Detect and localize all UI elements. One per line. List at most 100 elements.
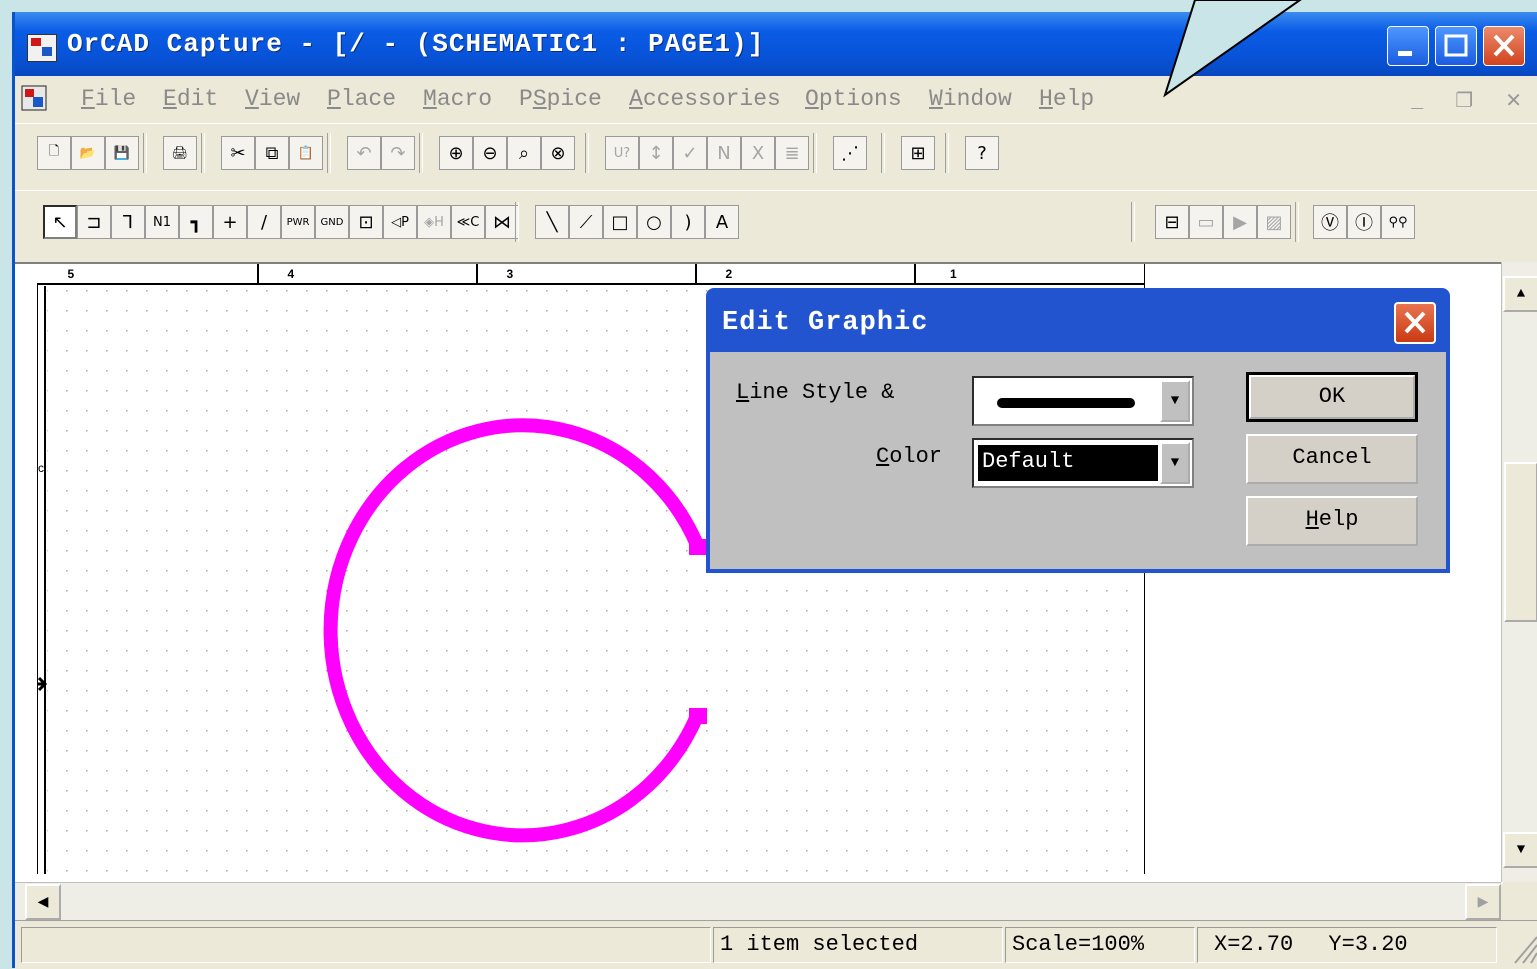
new-icon[interactable]: 🗋: [37, 136, 71, 170]
menu-accessories[interactable]: Accessories: [629, 86, 781, 112]
menu-pspice[interactable]: PSpice: [519, 86, 602, 112]
color-dropdown-arrow[interactable]: ▼: [1160, 442, 1190, 484]
place-bus-icon[interactable]: ┓: [179, 205, 213, 239]
run-pspice-icon[interactable]: ▶: [1223, 205, 1257, 239]
place-bus-entry-icon[interactable]: /: [247, 205, 281, 239]
place-pin-icon[interactable]: ◈H: [417, 205, 451, 239]
help-icon[interactable]: ?: [965, 136, 999, 170]
menu-window[interactable]: Window: [929, 86, 1012, 112]
place-ellipse-icon[interactable]: ○: [637, 205, 671, 239]
place-port-icon[interactable]: ◁P: [383, 205, 417, 239]
place-arc-icon[interactable]: ): [671, 205, 705, 239]
dialog-title: Edit Graphic: [722, 308, 929, 338]
arc-handle-bottom[interactable]: [689, 708, 707, 724]
differential-marker-icon[interactable]: ⚲⚲: [1381, 205, 1415, 239]
toolbar-separator: [327, 133, 331, 173]
minimize-button[interactable]: [1387, 26, 1429, 66]
place-wire-icon[interactable]: ⅂: [111, 205, 145, 239]
arc-handle-top[interactable]: [689, 539, 707, 555]
undo-icon[interactable]: ↶: [347, 136, 381, 170]
drc-icon[interactable]: ✓: [673, 136, 707, 170]
project-manager-icon[interactable]: ⊞: [901, 136, 935, 170]
zoom-area-icon[interactable]: ⌕: [507, 136, 541, 170]
dialog-close-button[interactable]: [1394, 302, 1436, 344]
help-button[interactable]: Help: [1246, 496, 1418, 546]
menu-bar: File Edit View Place Macro PSpice Accessories O…: [15, 76, 1537, 122]
scroll-up-button[interactable]: ▲: [1503, 276, 1537, 312]
toolbar-separator: [143, 133, 147, 173]
window-title: OrCAD Capture - [/ - (SCHEMATIC1 : PAGE1…: [67, 29, 765, 59]
zoom-out-icon[interactable]: ⊖: [473, 136, 507, 170]
place-rectangle-icon[interactable]: □: [603, 205, 637, 239]
open-icon[interactable]: 📂: [71, 136, 105, 170]
status-x: X=2.70: [1214, 932, 1294, 957]
copy-icon[interactable]: ⧉: [255, 136, 289, 170]
place-ground-icon[interactable]: GND: [315, 205, 349, 239]
print-icon[interactable]: 🖨: [163, 136, 197, 170]
zoom-all-icon[interactable]: ⊗: [541, 136, 575, 170]
toolbar-separator: [813, 133, 817, 173]
voltage-marker-icon[interactable]: Ⓥ: [1313, 205, 1347, 239]
place-off-page-connector-icon[interactable]: ≪C: [451, 205, 485, 239]
mdi-window-controls[interactable]: _ ❐ ✕: [1411, 88, 1532, 114]
horizontal-scrollbar[interactable]: ◀ ▶: [15, 882, 1501, 921]
place-part-icon[interactable]: ⊐: [77, 205, 111, 239]
place-net-alias-icon[interactable]: N1: [145, 205, 179, 239]
ok-button[interactable]: OK: [1246, 372, 1418, 422]
close-button[interactable]: [1483, 26, 1525, 66]
snap-grid-icon[interactable]: ⋰: [833, 136, 867, 170]
maximize-button[interactable]: [1435, 26, 1477, 66]
redo-icon[interactable]: ↷: [381, 136, 415, 170]
current-marker-icon[interactable]: Ⓘ: [1347, 205, 1381, 239]
ruler-label: 2: [726, 267, 733, 281]
ruler-row-label: c: [38, 461, 44, 475]
place-polyline-icon[interactable]: ⟋: [569, 205, 603, 239]
zoom-in-icon[interactable]: ⊕: [439, 136, 473, 170]
line-style-dropdown-arrow[interactable]: ▼: [1160, 380, 1190, 422]
scroll-left-button[interactable]: ◀: [25, 884, 61, 920]
line-style-dropdown[interactable]: ▼: [972, 376, 1194, 426]
title-bar[interactable]: OrCAD Capture - [/ - (SCHEMATIC1 : PAGE1…: [15, 12, 1537, 76]
edit-simulation-profile-icon[interactable]: ▭: [1189, 205, 1223, 239]
cross-reference-icon[interactable]: X: [741, 136, 775, 170]
menu-options[interactable]: Options: [805, 86, 902, 112]
toolbar-separator: [419, 133, 423, 173]
cut-icon[interactable]: ✂: [221, 136, 255, 170]
app-icon[interactable]: [27, 34, 57, 62]
menu-edit[interactable]: Edit: [163, 86, 218, 112]
place-no-connect-icon[interactable]: ⋈: [485, 205, 519, 239]
netlist-icon[interactable]: N: [707, 136, 741, 170]
annotate-icon[interactable]: U?: [605, 136, 639, 170]
menu-macro[interactable]: Macro: [423, 86, 492, 112]
menu-view[interactable]: View: [245, 86, 300, 112]
select-icon[interactable]: ↖: [43, 205, 77, 239]
new-simulation-profile-icon[interactable]: ⊟: [1155, 205, 1189, 239]
toolbar-separator: [201, 133, 205, 173]
line-style-preview: [997, 398, 1135, 408]
vertical-scrollbar[interactable]: ▲ ▼: [1501, 262, 1537, 882]
place-hierarchical-block-icon[interactable]: ⊡: [349, 205, 383, 239]
scroll-down-button[interactable]: ▼: [1503, 832, 1537, 868]
resize-grip-icon[interactable]: [1511, 931, 1537, 965]
vertical-scroll-thumb[interactable]: [1504, 462, 1537, 622]
status-y: Y=3.20: [1328, 932, 1408, 957]
place-power-icon[interactable]: PWR: [281, 205, 315, 239]
back-annotate-icon[interactable]: ↕: [639, 136, 673, 170]
dialog-body: Line Style & ▼ Color Default ▼ OK Cancel…: [710, 352, 1446, 569]
scroll-right-button[interactable]: ▶: [1465, 884, 1501, 920]
place-text-icon[interactable]: A: [705, 205, 739, 239]
menu-file[interactable]: File: [81, 86, 136, 112]
save-icon[interactable]: 💾: [105, 136, 139, 170]
paste-icon[interactable]: 📋: [289, 136, 323, 170]
menu-place[interactable]: Place: [327, 86, 396, 112]
document-icon[interactable]: [21, 85, 47, 111]
status-message: 1 item selected: [713, 927, 1003, 963]
place-line-icon[interactable]: ╲: [535, 205, 569, 239]
place-junction-icon[interactable]: +: [213, 205, 247, 239]
cancel-button[interactable]: Cancel: [1246, 434, 1418, 484]
menu-help[interactable]: Help: [1039, 86, 1094, 112]
toolbar-separator: [585, 133, 589, 173]
view-simulation-results-icon[interactable]: ▨: [1257, 205, 1291, 239]
bom-icon[interactable]: ≣: [775, 136, 809, 170]
color-dropdown[interactable]: Default ▼: [972, 438, 1194, 488]
